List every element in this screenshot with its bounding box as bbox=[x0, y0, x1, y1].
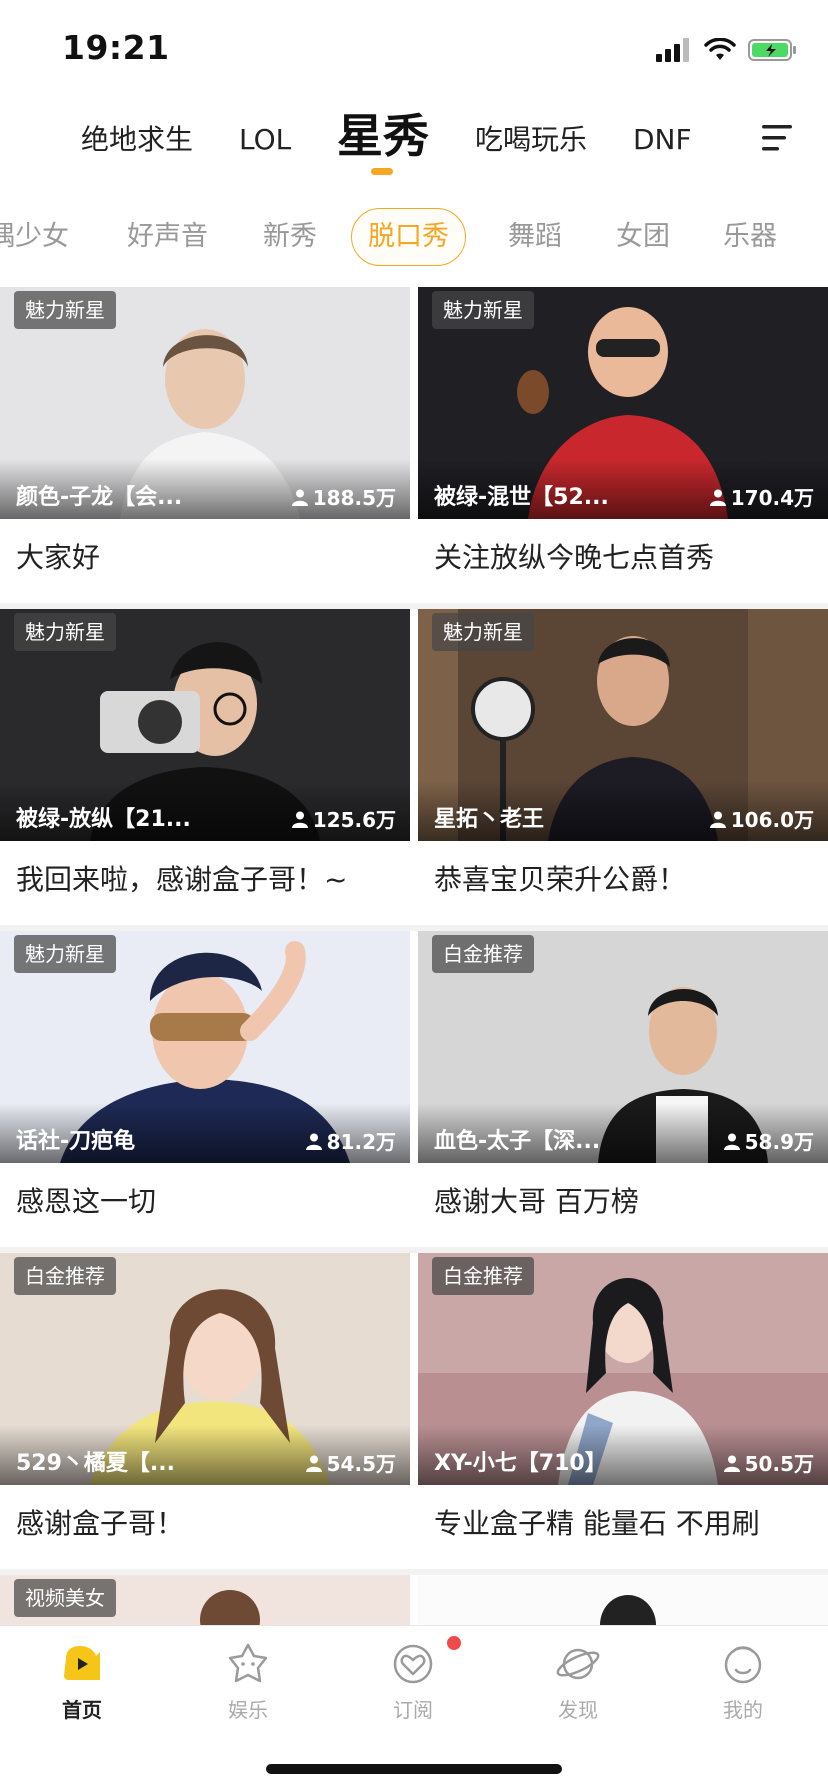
sub-tab-good-voice[interactable]: 好声音 bbox=[127, 208, 208, 266]
anchor-name: 被绿-混世【52... bbox=[434, 485, 609, 510]
stream-thumbnail: 魅力新星 被绿-混世【52... 170.4万 bbox=[418, 287, 828, 519]
person-icon bbox=[291, 811, 308, 828]
stream-badge: 白金推荐 bbox=[14, 1257, 116, 1295]
viewer-count: 50.5万 bbox=[723, 1448, 814, 1477]
sub-tab-idol-girl[interactable]: 偶少女 bbox=[0, 208, 69, 266]
stream-badge: 魅力新星 bbox=[432, 291, 534, 329]
viewer-count: 106.0万 bbox=[709, 804, 814, 833]
stream-card[interactable]: 白金推荐 529丶橘夏【... 54.5万 感谢盒子哥！ bbox=[0, 1253, 410, 1569]
stream-thumbnail bbox=[418, 1575, 828, 1625]
stream-thumbnail: 魅力新星 被绿-放纵【21... 125.6万 bbox=[0, 609, 410, 841]
person-icon bbox=[291, 489, 308, 506]
anchor-name: 星拓丶老王 bbox=[434, 807, 545, 832]
stream-thumbnail: 视频美女 bbox=[0, 1575, 410, 1625]
status-icons bbox=[656, 32, 798, 68]
person-icon bbox=[709, 489, 726, 506]
channel-item-lol[interactable]: LOL bbox=[239, 100, 291, 180]
stream-card[interactable]: 魅力新星 星拓丶老王 106.0万 恭喜宝贝荣升公爵！ bbox=[418, 609, 828, 925]
stream-badge: 视频美女 bbox=[14, 1579, 116, 1617]
anchor-name: 颜色-子龙【会... bbox=[16, 485, 183, 510]
stream-title: 专业盒子精 能量石 不用刷 bbox=[434, 1507, 760, 1540]
tab-profile[interactable]: 我的 bbox=[683, 1640, 803, 1723]
anchor-name: 话社-刀疤龟 bbox=[16, 1129, 136, 1154]
sub-tab-instrument[interactable]: 乐器 bbox=[723, 208, 777, 266]
notification-dot bbox=[447, 1636, 461, 1650]
viewer-count: 58.9万 bbox=[723, 1126, 814, 1155]
viewer-count: 81.2万 bbox=[305, 1126, 396, 1155]
person-icon bbox=[305, 1455, 322, 1472]
viewer-count: 188.5万 bbox=[291, 482, 396, 511]
channel-item-xingxiu[interactable]: 星秀 bbox=[337, 96, 429, 176]
stream-badge: 魅力新星 bbox=[14, 935, 116, 973]
stream-card[interactable]: 魅力新星 话社-刀疤龟 81.2万 感恩这一切 bbox=[0, 931, 410, 1247]
home-indicator bbox=[266, 1764, 562, 1774]
stream-badge: 魅力新星 bbox=[14, 613, 116, 651]
stream-badge: 魅力新星 bbox=[14, 291, 116, 329]
stream-title: 感谢盒子哥！ bbox=[16, 1507, 185, 1540]
viewer-count: 54.5万 bbox=[305, 1448, 396, 1477]
stream-thumbnail: 白金推荐 XY-小七【710】 50.5万 bbox=[418, 1253, 828, 1485]
stream-title: 感谢大哥 百万榜 bbox=[434, 1185, 639, 1218]
person-icon bbox=[305, 1133, 322, 1150]
sub-tab-new-show[interactable]: 新秀 bbox=[263, 208, 317, 266]
stream-title: 恭喜宝贝荣升公爵！ bbox=[434, 863, 687, 896]
stream-thumbnail: 魅力新星 星拓丶老王 106.0万 bbox=[418, 609, 828, 841]
signal-icon bbox=[656, 38, 689, 62]
channel-item-dnf[interactable]: DNF bbox=[633, 100, 692, 180]
person-icon bbox=[709, 811, 726, 828]
profile-icon bbox=[724, 1646, 762, 1684]
sub-tabs: 偶少女 好声音 新秀 脱口秀 舞蹈 女团 乐器 bbox=[0, 208, 828, 270]
stream-card[interactable]: 魅力新星 被绿-混世【52... 170.4万 关注放纵今晚七点首秀 bbox=[418, 287, 828, 603]
subscribe-icon bbox=[393, 1644, 433, 1684]
stream-thumbnail: 白金推荐 血色-太子【深... 58.9万 bbox=[418, 931, 828, 1163]
sub-tab-girl-group[interactable]: 女团 bbox=[616, 208, 670, 266]
stream-title: 大家好 bbox=[16, 541, 101, 574]
stream-card[interactable]: 视频美女 bbox=[0, 1575, 410, 1625]
home-icon bbox=[64, 1646, 100, 1680]
stream-thumbnail: 白金推荐 529丶橘夏【... 54.5万 bbox=[0, 1253, 410, 1485]
anchor-name: 血色-太子【深... bbox=[434, 1129, 601, 1154]
status-time: 19:21 bbox=[62, 28, 170, 67]
entertainment-icon bbox=[228, 1643, 268, 1683]
anchor-name: XY-小七【710】 bbox=[434, 1451, 607, 1476]
viewer-count: 170.4万 bbox=[709, 482, 814, 511]
stream-title: 感恩这一切 bbox=[16, 1185, 157, 1218]
stream-card[interactable]: 白金推荐 XY-小七【710】 50.5万 专业盒子精 能量石 不用刷 bbox=[418, 1253, 828, 1569]
stream-badge: 魅力新星 bbox=[432, 613, 534, 651]
tab-subscribe[interactable]: 订阅 bbox=[353, 1640, 473, 1723]
person-icon bbox=[723, 1133, 740, 1150]
tab-entertainment[interactable]: 娱乐 bbox=[188, 1640, 308, 1723]
sub-tab-dance[interactable]: 舞蹈 bbox=[508, 208, 562, 266]
stream-card[interactable] bbox=[418, 1575, 828, 1625]
channel-nav: ⋮ 绝地求生 LOL 星秀 吃喝玩乐 DNF bbox=[0, 100, 828, 190]
stream-thumbnail: 魅力新星 话社-刀疤龟 81.2万 bbox=[0, 931, 410, 1163]
battery-icon bbox=[748, 39, 796, 61]
menu-icon[interactable] bbox=[760, 120, 796, 156]
sub-tab-talk-show[interactable]: 脱口秀 bbox=[351, 208, 466, 266]
status-bar: 19:21 bbox=[0, 0, 828, 100]
stream-title: 我回来啦，感谢盒子哥！~ bbox=[16, 863, 348, 896]
tab-discover[interactable]: 发现 bbox=[518, 1640, 638, 1723]
discover-icon bbox=[556, 1648, 600, 1680]
channel-active-indicator bbox=[371, 168, 393, 175]
stream-thumbnail: 魅力新星 颜色-子龙【会... 188.5万 bbox=[0, 287, 410, 519]
stream-card[interactable]: 白金推荐 血色-太子【深... 58.9万 感谢大哥 百万榜 bbox=[418, 931, 828, 1247]
viewer-count: 125.6万 bbox=[291, 804, 396, 833]
channel-item-food-fun[interactable]: 吃喝玩乐 bbox=[475, 100, 587, 180]
stream-card[interactable]: 魅力新星 颜色-子龙【会... 188.5万 大家好 bbox=[0, 287, 410, 603]
stream-title: 关注放纵今晚七点首秀 bbox=[434, 541, 715, 574]
anchor-name: 被绿-放纵【21... bbox=[16, 807, 191, 832]
person-icon bbox=[723, 1455, 740, 1472]
anchor-name: 529丶橘夏【... bbox=[16, 1451, 175, 1476]
stream-card[interactable]: 魅力新星 被绿-放纵【21... 125.6万 我回来啦，感谢盒子哥！~ bbox=[0, 609, 410, 925]
channel-item-pubg[interactable]: 绝地求生 bbox=[81, 100, 193, 180]
channel-item-partial[interactable]: ⋮ bbox=[30, 100, 40, 180]
wifi-icon bbox=[704, 38, 736, 60]
stream-badge: 白金推荐 bbox=[432, 1257, 534, 1295]
tab-home[interactable]: 首页 bbox=[22, 1640, 142, 1723]
stream-badge: 白金推荐 bbox=[432, 935, 534, 973]
